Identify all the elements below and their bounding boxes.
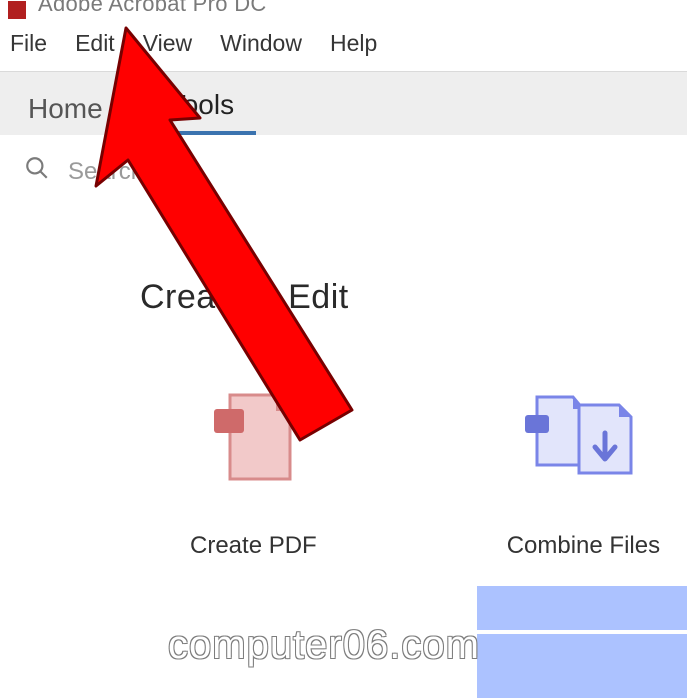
menu-file[interactable]: File: [10, 30, 47, 57]
menu-edit[interactable]: Edit: [75, 30, 115, 57]
search-row: [0, 135, 687, 208]
section-title-create-edit: Create & Edit: [0, 208, 687, 317]
app-icon: [8, 1, 26, 19]
menu-view[interactable]: View: [143, 30, 192, 57]
search-input[interactable]: [68, 158, 368, 186]
create-pdf-icon: [208, 387, 298, 492]
menu-help[interactable]: Help: [330, 30, 377, 57]
tool-row: Create PDF Combine Files: [0, 317, 687, 560]
tab-bar: Home Tools: [0, 71, 687, 135]
menu-bar: File Edit View Window Help: [0, 24, 687, 71]
tab-home[interactable]: Home: [24, 85, 125, 135]
watermark: computer06.com: [168, 623, 480, 668]
tool-create-pdf-label: Create PDF: [190, 532, 317, 560]
highlight-overlay: [477, 634, 687, 698]
app-title: Adobe Acrobat Pro DC: [38, 0, 267, 17]
tool-create-pdf[interactable]: Create PDF: [190, 387, 317, 560]
highlight-overlay: [477, 586, 687, 630]
tab-tools[interactable]: Tools: [165, 81, 256, 135]
tool-combine-files-label: Combine Files: [507, 532, 660, 560]
search-icon: [24, 155, 50, 188]
menu-window[interactable]: Window: [220, 30, 302, 57]
combine-files-icon: [523, 387, 643, 492]
title-bar: Adobe Acrobat Pro DC: [0, 0, 687, 24]
tool-combine-files[interactable]: Combine Files: [507, 387, 660, 560]
